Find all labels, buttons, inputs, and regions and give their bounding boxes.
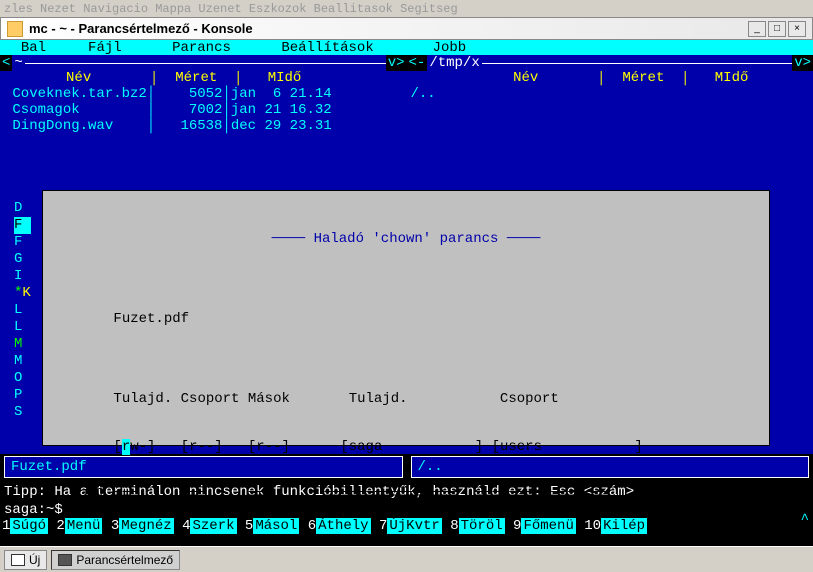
app-icon	[7, 21, 23, 37]
right-panel-path: /tmp/x	[427, 55, 481, 71]
parent-menu-faded: zles Nezet Navigacio Mappa Uzenet Eszkoz…	[0, 0, 813, 18]
terminal-icon	[58, 554, 72, 566]
chown-dialog: ──── Haladó 'chown' parancs ──── Fuzet.p…	[42, 190, 770, 446]
menu-fajl[interactable]: Fájl	[88, 40, 122, 56]
terminal-area: Bal Fájl Parancs Beállítások Jobb < ~ v>…	[0, 40, 813, 546]
scroll-left-icon[interactable]: <	[0, 55, 12, 71]
scroll-right-icon[interactable]: v>	[792, 55, 813, 71]
left-panel-path: ~	[12, 55, 24, 71]
dialog-filename: Fuzet.pdf	[63, 311, 749, 327]
caret-icon: ^	[801, 512, 809, 528]
fkey-help[interactable]: Súgó	[10, 518, 48, 534]
maximize-button[interactable]: □	[768, 21, 786, 37]
group-perms[interactable]: [r--]	[181, 439, 223, 455]
file-row[interactable]: Coveknek.tar.bz2│ 5052│jan 6 21.14	[4, 86, 403, 102]
left-file-list[interactable]: Coveknek.tar.bz2│ 5052│jan 6 21.14 Csoma…	[0, 86, 407, 134]
dialog-title: ──── Haladó 'chown' parancs ────	[63, 231, 749, 247]
taskbar[interactable]: Új Parancsértelmező	[0, 546, 813, 572]
updir-row[interactable]: /..	[411, 86, 810, 102]
taskbar-new-button[interactable]: Új	[4, 550, 47, 570]
taskbar-terminal-button[interactable]: Parancsértelmező	[51, 550, 180, 570]
minimize-button[interactable]: _	[748, 21, 766, 37]
doc-icon	[11, 554, 25, 566]
dialog-jel-row: Jel === === === ================ =======…	[63, 487, 749, 503]
window-title: mc - ~ - Parancsértelmező - Konsole	[29, 21, 746, 36]
owner-field[interactable]: [saga ]	[340, 439, 483, 455]
dialog-labels-row: Tulajd. Csoport Mások Tulajd. Csoport	[63, 391, 749, 407]
file-row[interactable]: Csomagok │ 7002│jan 21 16.32	[4, 102, 403, 118]
menu-jobb[interactable]: Jobb	[433, 40, 467, 56]
dialog-mod-row: Mód 100644	[63, 535, 749, 546]
owner-perms[interactable]: [rw-]	[113, 439, 155, 455]
group-field[interactable]: [users ]	[492, 439, 643, 455]
scroll-right-icon[interactable]: v>	[386, 55, 407, 71]
other-perms[interactable]: [r--]	[248, 439, 290, 455]
dialog-perms-row[interactable]: [rw-] [r--] [r--] [saga ] [users ]	[63, 439, 749, 455]
menu-beallitasok[interactable]: Beállítások	[281, 40, 373, 56]
menu-parancs[interactable]: Parancs	[172, 40, 231, 56]
file-row[interactable]: DingDong.wav │ 16538│dec 29 23.31	[4, 118, 403, 134]
scroll-left-icon[interactable]: <-	[407, 55, 428, 71]
left-truncated-names: D F F G I *K L L M M O P S	[14, 200, 31, 421]
window-titlebar: mc - ~ - Parancsértelmező - Konsole _ □ …	[0, 18, 813, 40]
close-button[interactable]: ×	[788, 21, 806, 37]
right-file-list[interactable]: /..	[407, 86, 813, 102]
mc-menubar[interactable]: Bal Fájl Parancs Beállítások Jobb	[0, 40, 813, 56]
menu-bal[interactable]: Bal	[21, 40, 46, 56]
